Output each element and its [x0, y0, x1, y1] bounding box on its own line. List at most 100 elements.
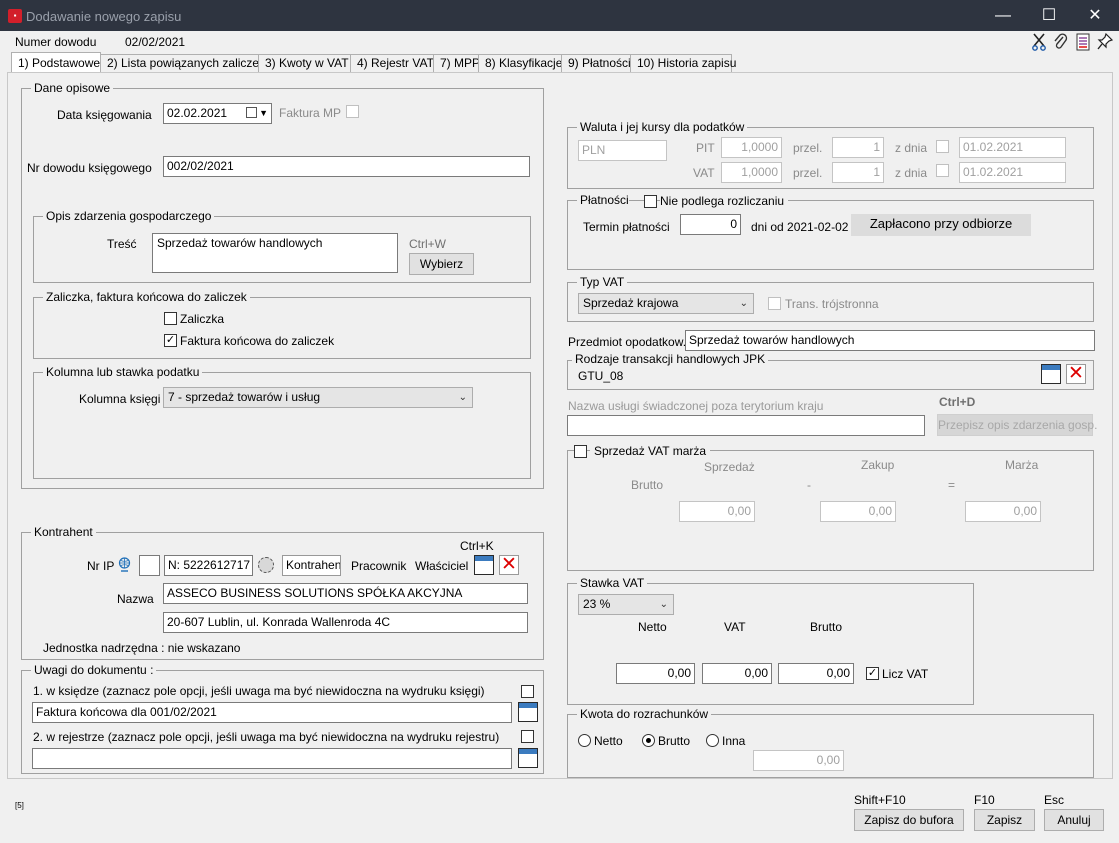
kontrahent-type-option[interactable]: Kontrahent	[282, 555, 341, 576]
calendar-icon[interactable]	[246, 107, 257, 118]
typ-vat-select[interactable]: Sprzedaż krajowa ⌄	[578, 293, 754, 314]
dni-od-label: dni od 2021-02-02	[751, 220, 849, 234]
platnosci-legend: Płatności	[577, 193, 629, 207]
trans-trojstronna-checkbox[interactable]	[768, 297, 781, 310]
netto-input[interactable]: 0,00	[616, 663, 695, 684]
tab-podstawowe[interactable]: 1) Podstawowe	[11, 52, 101, 74]
tab-lista-zaliczek[interactable]: 2) Lista powiązanych zaliczek	[100, 54, 265, 73]
vat-przel-input[interactable]: 1	[832, 162, 884, 183]
vat-date-checkbox[interactable]	[936, 164, 949, 177]
pit-przel-input[interactable]: 1	[832, 137, 884, 158]
data-ksiegowania-input[interactable]: 02.02.2021 ▼	[163, 103, 272, 124]
tab-historia[interactable]: 10) Historia zapisu	[630, 54, 736, 73]
usluga-input[interactable]	[567, 415, 925, 436]
uwagi-legend: Uwagi do dokumentu :	[31, 663, 157, 677]
vat-input[interactable]: 0,00	[702, 663, 772, 684]
minimize-button[interactable]: —	[980, 0, 1026, 31]
brutto-radio[interactable]	[642, 734, 655, 747]
nie-podlega-label: Nie podlega rozliczaniu	[660, 194, 789, 208]
wlasciciel-option[interactable]: Właściciel	[415, 559, 468, 573]
jpk-calendar-icon[interactable]	[1041, 364, 1061, 384]
jpk-close-x-icon[interactable]: ✕	[1066, 364, 1086, 384]
tab-rejestr-vat[interactable]: 4) Rejestr VAT	[350, 54, 434, 73]
uwaga-rejestr-label: 2. w rejestrze (zaznacz pole opcji, jeśl…	[33, 730, 500, 744]
vat-header: VAT	[724, 620, 746, 634]
kolumna-value: 7 - sprzedaż towarów i usług	[168, 390, 321, 404]
doc-number-label: Numer dowodu	[15, 35, 97, 49]
nr-ip-prefix-input[interactable]	[139, 555, 160, 576]
jednostka-nadrzedna-label: Jednostka nadrzędna : nie wskazano	[43, 641, 241, 655]
calendar-list-icon[interactable]	[474, 555, 494, 575]
tab-kwoty-vat[interactable]: 3) Kwoty w VAT	[258, 54, 351, 73]
ctrl-k-hint: Ctrl+K	[460, 539, 494, 553]
nr-dowodu-input[interactable]: 002/02/2021	[163, 156, 530, 177]
zaliczka-checkbox[interactable]	[164, 312, 177, 325]
kolumna-select[interactable]: 7 - sprzedaż towarów i usług ⌄	[163, 387, 473, 408]
status-indicator: [5]	[15, 801, 24, 810]
nazwa-input[interactable]: ASSECO BUSINESS SOLUTIONS SPÓŁKA AKCYJNA	[163, 583, 528, 604]
termin-input[interactable]: 0	[680, 214, 741, 235]
marza-zakup-input[interactable]: 0,00	[820, 501, 896, 522]
marza-checkbox[interactable]	[574, 445, 587, 458]
licz-vat-checkbox[interactable]: ✓	[866, 667, 879, 680]
maximize-button[interactable]: ☐	[1026, 0, 1072, 31]
nie-podlega-checkbox[interactable]	[644, 195, 657, 208]
dialog-body: Numer dowodu 02/02/2021 1) Podstawowe 2)…	[1, 31, 1118, 842]
uwaga-ksiega-calendar-icon[interactable]	[518, 702, 538, 722]
zapisz-do-bufora-button[interactable]: Zapisz do bufora	[854, 809, 964, 831]
tresc-textarea[interactable]: Sprzedaż towarów handlowych	[152, 233, 398, 273]
jpk-group: Rodzaje transakcji handlowych JPK GTU_08…	[567, 352, 1094, 390]
nip-input[interactable]: N: 5222612717	[164, 555, 253, 576]
zaplacono-button[interactable]: Zapłacono przy odbiorze	[851, 214, 1031, 236]
tab-klasyfikacje[interactable]: 8) Klasyfikacje	[478, 54, 562, 73]
data-ksiegowania-value: 02.02.2021	[167, 106, 228, 120]
pit-date-checkbox[interactable]	[936, 140, 949, 153]
brutto-input[interactable]: 0,00	[778, 663, 854, 684]
document-icon[interactable]	[1075, 33, 1091, 51]
faktura-mp-checkbox[interactable]	[346, 105, 359, 118]
currency-input[interactable]: PLN	[578, 140, 667, 161]
pracownik-option[interactable]: Pracownik	[351, 559, 406, 573]
tab-platnosci[interactable]: 9) Płatności	[561, 54, 631, 73]
uwaga-ksiega-input[interactable]: Faktura końcowa dla 001/02/2021	[32, 702, 512, 723]
close-x-icon[interactable]: ✕	[499, 555, 519, 575]
marza-wynik-input[interactable]: 0,00	[965, 501, 1041, 522]
scissors-icon[interactable]	[1031, 33, 1047, 51]
close-button[interactable]: ✕	[1072, 0, 1118, 31]
uwaga-ksiega-checkbox[interactable]	[521, 685, 534, 698]
adres-input[interactable]: 20-607 Lublin, ul. Konrada Wallenroda 4C	[163, 612, 528, 633]
tab-mpp[interactable]: 7) MPP	[433, 54, 480, 73]
inna-radio[interactable]	[706, 734, 719, 747]
chevron-down-icon[interactable]: ▼	[259, 104, 268, 123]
uwaga-rejestr-calendar-icon[interactable]	[518, 748, 538, 768]
anuluj-button[interactable]: Anuluj	[1044, 809, 1104, 831]
marza-sprzedaz-input[interactable]: 0,00	[679, 501, 755, 522]
pin-icon[interactable]	[1097, 32, 1114, 51]
vat-rate-input[interactable]: 1,0000	[721, 162, 782, 183]
uwaga-rejestr-input[interactable]	[32, 748, 512, 769]
pit-date-input[interactable]: 01.02.2021	[959, 137, 1066, 158]
netto-radio[interactable]	[578, 734, 591, 747]
pit-zdnia-label: z dnia	[895, 141, 928, 155]
lookup-circle-icon[interactable]	[258, 557, 274, 573]
faktura-koncowa-checkbox[interactable]: ✓	[164, 334, 177, 347]
przedmiot-input[interactable]: Sprzedaż towarów handlowych	[685, 330, 1095, 351]
vat-date-input[interactable]: 01.02.2021	[959, 162, 1066, 183]
uwaga-rejestr-checkbox[interactable]	[521, 730, 534, 743]
przepisz-button[interactable]: Przepisz opis zdarzenia gosp.	[937, 414, 1097, 436]
uwagi-group: Uwagi do dokumentu : 1. w księdze (zazna…	[21, 663, 544, 774]
chevron-down-icon: ⌄	[739, 298, 748, 309]
typ-vat-legend: Typ VAT	[577, 275, 628, 289]
globe-icon[interactable]	[117, 557, 132, 572]
marza-header: Marża	[1005, 458, 1039, 472]
wybierz-button[interactable]: Wybierz	[409, 253, 474, 275]
rozrachunki-input[interactable]: 0,00	[753, 750, 844, 771]
chevron-down-icon: ⌄	[659, 599, 668, 610]
zapisz-button[interactable]: Zapisz	[974, 809, 1035, 831]
dane-opisowe-group: Dane opisowe Data księgowania 02.02.2021…	[21, 81, 544, 489]
pit-przel-label: przel.	[793, 141, 823, 155]
paperclip-icon[interactable]	[1053, 33, 1069, 51]
stawka-vat-select[interactable]: 23 % ⌄	[578, 594, 674, 615]
vat-label: VAT	[693, 166, 715, 180]
pit-rate-input[interactable]: 1,0000	[721, 137, 782, 158]
